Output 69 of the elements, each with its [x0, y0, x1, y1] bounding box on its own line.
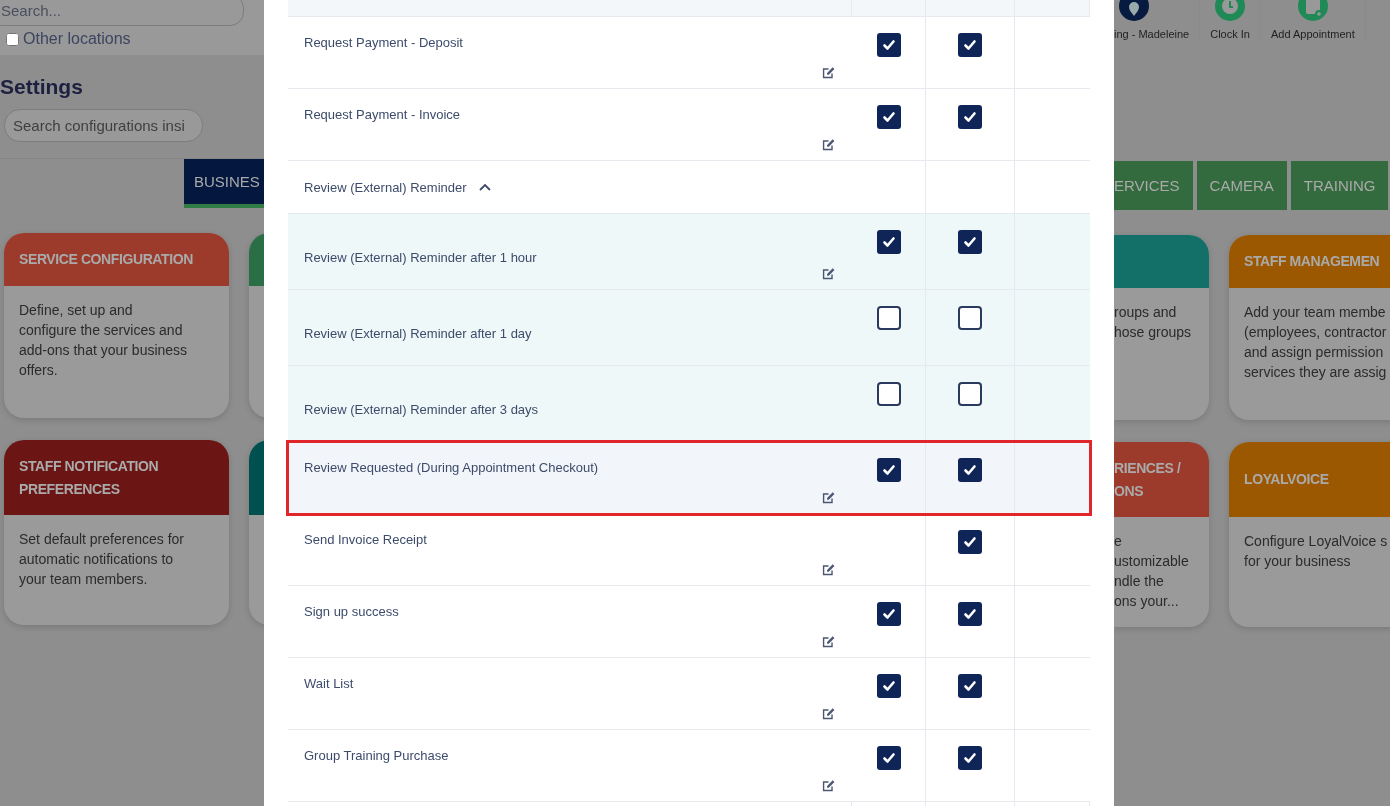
checkbox[interactable]: [958, 530, 982, 554]
notification-name: Request Payment - Invoice: [304, 107, 462, 122]
notification-name: Sign up success: [304, 604, 400, 619]
card-description: roups and hose groups: [1114, 303, 1193, 342]
card-description: Set default preferences for automatic notifications to your team members.: [18, 530, 185, 589]
card-title: LOYALVOICE: [1244, 470, 1329, 489]
card-description: e ustomizable ndle the ons your...: [1114, 532, 1190, 611]
notification-name: Send Invoice Receipt: [304, 532, 428, 547]
edit-icon[interactable]: [821, 137, 836, 152]
toolbar-button[interactable]: Clock In: [1200, 0, 1261, 40]
settings-card[interactable]: roups and hose groups: [1114, 235, 1209, 420]
notification-name: Review (External) Reminder after 3 days: [304, 402, 540, 417]
checkbox[interactable]: [876, 105, 901, 129]
settings-card[interactable]: SERVICE CONFIGURATION Define, set up and configure the services and add-ons that your business offers.: [4, 233, 229, 418]
card-description: Add your team membe (employees, contractor and assign permission services they are assig: [1243, 303, 1388, 382]
card-title: STAFF NOTIFICATION PREFERENCES: [19, 456, 160, 499]
edit-icon[interactable]: [821, 634, 836, 649]
checkbox[interactable]: [876, 230, 901, 254]
edit-icon[interactable]: [821, 266, 836, 281]
tab[interactable]: CAMERA: [1196, 161, 1287, 210]
notification-group-name: Review (External) Reminder: [304, 179, 467, 195]
settings-card[interactable]: STAFF MANAGEMEN Add your team membe (employees, contractor and assign permission services they are assig: [1229, 235, 1390, 420]
checkbox[interactable]: [958, 230, 982, 254]
checkbox[interactable]: [876, 382, 901, 406]
search-field[interactable]: Search configurations insi: [4, 109, 203, 142]
tab[interactable]: ERVICES: [1114, 161, 1193, 210]
notification-name: Review (External) Reminder after 1 day: [304, 326, 533, 341]
notification-name: Review Requested (During Appointment Checkout): [304, 460, 600, 475]
settings-card[interactable]: STAFF NOTIFICATION PREFERENCES Set default preferences for automatic notifications to your team members.: [4, 440, 229, 625]
edit-icon[interactable]: [821, 778, 836, 793]
checkbox[interactable]: [958, 602, 982, 626]
location-pin-icon: [1119, 0, 1149, 24]
checkbox[interactable]: [876, 33, 901, 57]
checkbox[interactable]: [958, 306, 982, 330]
settings-card[interactable]: LOYALVOICE Configure LoyalVoice s for your business: [1229, 442, 1390, 627]
page-title: Settings: [0, 75, 83, 99]
settings-card[interactable]: RIENCES / ONS e ustomizable ndle the ons your...: [1114, 442, 1209, 627]
checkbox[interactable]: [958, 458, 982, 482]
card-title: RIENCES / ONS: [1114, 458, 1181, 501]
checkbox[interactable]: [876, 306, 901, 330]
checkbox[interactable]: [876, 746, 901, 770]
edit-icon[interactable]: [821, 562, 836, 577]
checkbox[interactable]: [876, 674, 901, 698]
checkbox[interactable]: [958, 105, 982, 129]
checkbox[interactable]: [958, 33, 982, 57]
tab[interactable]: TRAINING: [1290, 161, 1389, 210]
card-description: Define, set up and configure the services and add-ons that your business offers.: [18, 301, 189, 380]
checkbox[interactable]: [958, 382, 982, 406]
checkbox[interactable]: [958, 674, 982, 698]
chevron-icon[interactable]: [478, 183, 491, 191]
checkbox[interactable]: [958, 746, 982, 770]
search-field[interactable]: Search...: [0, 0, 244, 26]
card-title: SERVICE CONFIGURATION: [19, 250, 193, 269]
notification-name: Review (External) Reminder after 1 hour: [304, 250, 538, 265]
checkbox[interactable]: [876, 602, 901, 626]
card-description: Configure LoyalVoice s for your business: [1243, 532, 1389, 571]
notification-name: Wait List: [304, 676, 355, 691]
edit-icon[interactable]: [821, 65, 836, 80]
checkbox[interactable]: [6, 32, 19, 46]
checkbox[interactable]: [876, 458, 901, 482]
edit-icon[interactable]: [821, 706, 836, 721]
tab[interactable]: BUSINES: [184, 159, 264, 208]
edit-icon[interactable]: [821, 490, 836, 505]
card-title: STAFF MANAGEMEN: [1244, 252, 1380, 271]
checkbox-label: Other locations: [23, 30, 131, 48]
toolbar-button[interactable]: ing - Madeleine: [1114, 0, 1201, 40]
notification-name: Request Payment - Deposit: [304, 35, 464, 50]
notification-name: Group Training Purchase: [304, 748, 450, 763]
toolbar-button[interactable]: Add Appointment: [1260, 0, 1366, 40]
